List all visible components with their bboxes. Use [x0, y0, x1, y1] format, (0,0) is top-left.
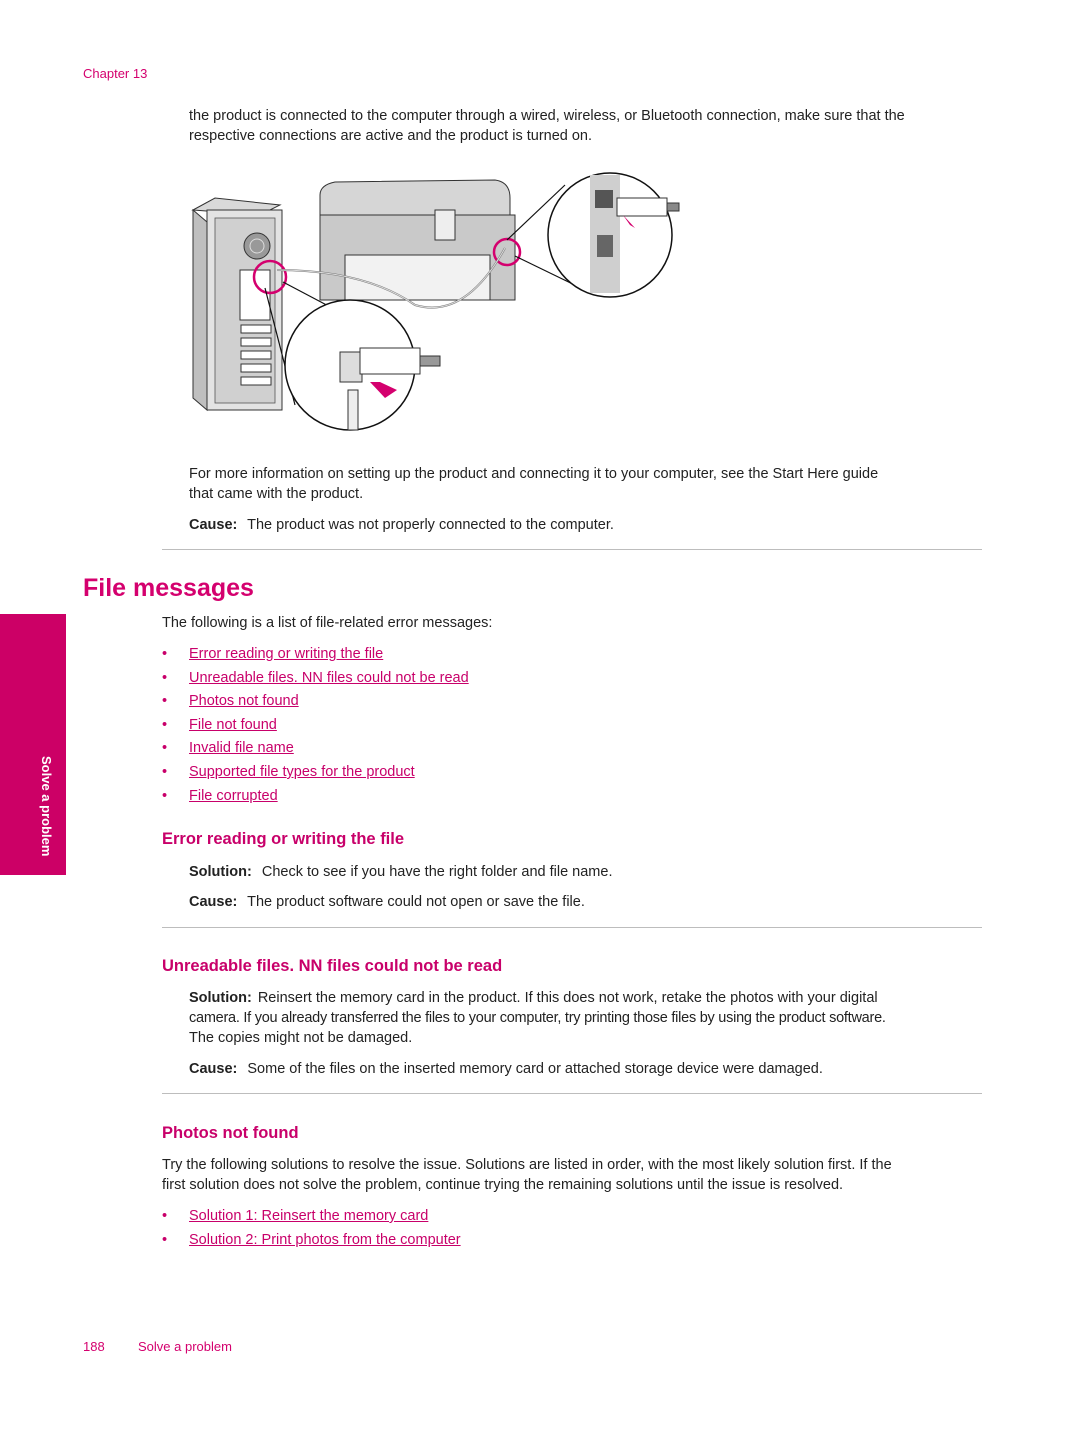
cause-text: The product software could not open or s…: [247, 894, 585, 910]
bullet: •: [162, 740, 168, 757]
side-tab-label: Solve a problem: [39, 756, 54, 857]
list-item: • Unreadable files. NN files could not be…: [162, 668, 662, 692]
link-invalid-file-name[interactable]: Invalid file name: [189, 738, 294, 758]
cause-paragraph: Cause: The product software could not op…: [189, 892, 585, 912]
solution-text: The copies might not be damaged.: [189, 1030, 413, 1046]
solution-label: Solution:: [189, 864, 252, 880]
list-item: • Photos not found: [162, 691, 662, 715]
printer-port-closeup: [506, 172, 680, 298]
heading-unreadable-files: Unreadable files. NN files could not be …: [162, 957, 503, 975]
solution-text: Reinsert the memory card in the product.…: [257, 990, 878, 1006]
divider: [162, 1093, 982, 1094]
cause-label: Cause:: [189, 1061, 238, 1077]
photos-solutions-link-list: • Solution 1: Reinsert the memory card • S…: [162, 1206, 662, 1253]
bullet: •: [162, 763, 168, 780]
bullet: •: [162, 646, 168, 662]
list-item: • File not found: [162, 715, 662, 739]
intro-line: the product is connected to the computer…: [189, 108, 905, 124]
file-messages-link-list: • Error reading or writing the file • Unre…: [162, 644, 662, 809]
heading-photos-not-found: Photos not found: [162, 1124, 299, 1142]
list-item: • Solution 2: Print photos from the compu…: [162, 1230, 662, 1254]
list-item: • Supported file types for the product: [162, 762, 662, 786]
intro-paragraph: the product is connected to the computer…: [189, 106, 905, 146]
bullet: •: [162, 1208, 168, 1224]
list-item: • Solution 1: Reinsert the memory card: [162, 1206, 662, 1230]
more-info-line: For more information on setting up the p…: [189, 466, 879, 482]
solution-label: Solution:: [189, 990, 252, 1006]
bullet: •: [162, 787, 168, 804]
chapter-header: Chapter 13: [83, 66, 148, 81]
list-item: • Error reading or writing the file: [162, 644, 662, 668]
intro-line: respective connections are active and th…: [189, 128, 593, 144]
link-file-corrupted[interactable]: File corrupted: [189, 786, 278, 806]
usb-connection-figure: [191, 172, 680, 431]
cause-label: Cause:: [189, 517, 238, 533]
page-number: 188: [83, 1339, 105, 1354]
photos-text: Try the following solutions to resolve t…: [162, 1157, 892, 1173]
bullet: •: [162, 693, 168, 710]
more-info-paragraph: For more information on setting up the p…: [189, 464, 878, 504]
bullet: •: [162, 1231, 168, 1248]
heading-error-reading-writing: Error reading or writing the file: [162, 830, 405, 848]
solution-paragraph: Solution: Reinsert the memory card in the…: [189, 988, 989, 1048]
solution-text: Check to see if you have the right folde…: [261, 864, 613, 880]
solution-text: camera. If you already transferred the f…: [189, 1010, 886, 1026]
divider: [162, 549, 982, 550]
link-supported-file-types[interactable]: Supported file types for the product: [189, 762, 415, 782]
link-file-not-found[interactable]: File not found: [189, 715, 277, 735]
link-solution-1[interactable]: Solution 1: Reinsert the memory card: [189, 1206, 428, 1226]
cause-text: The product was not properly connected t…: [247, 517, 614, 533]
more-info-line: that came with the product.: [189, 486, 364, 502]
footer-section: Solve a problem: [138, 1339, 232, 1354]
cause-text: Some of the files on the inserted memory…: [247, 1061, 823, 1077]
printer-illustration: [319, 179, 522, 301]
bullet: •: [162, 669, 168, 686]
photos-paragraph: Try the following solutions to resolve t…: [162, 1155, 892, 1195]
list-item: • Invalid file name: [162, 738, 662, 762]
solution-paragraph: Solution: Check to see if you have the r…: [189, 862, 612, 882]
cause-paragraph: Cause: Some of the files on the inserted…: [189, 1059, 823, 1079]
cause-label: Cause:: [189, 894, 238, 910]
section-title: File messages: [83, 574, 254, 602]
computer-tower-illustration: [191, 197, 288, 412]
list-intro: The following is a list of file-related …: [162, 615, 493, 631]
side-tab: Solve a problem: [0, 614, 66, 875]
photos-text: first solution does not solve the proble…: [162, 1177, 844, 1193]
cause-paragraph: Cause: The product was not properly conn…: [189, 515, 614, 535]
list-item: • File corrupted: [162, 786, 662, 810]
divider: [162, 927, 982, 928]
bullet: •: [162, 716, 168, 733]
link-unreadable-files[interactable]: Unreadable files. NN files could not be …: [189, 668, 469, 688]
link-solution-2[interactable]: Solution 2: Print photos from the comput…: [189, 1230, 461, 1250]
link-photos-not-found[interactable]: Photos not found: [189, 691, 299, 711]
link-error-reading-writing[interactable]: Error reading or writing the file: [189, 644, 383, 664]
